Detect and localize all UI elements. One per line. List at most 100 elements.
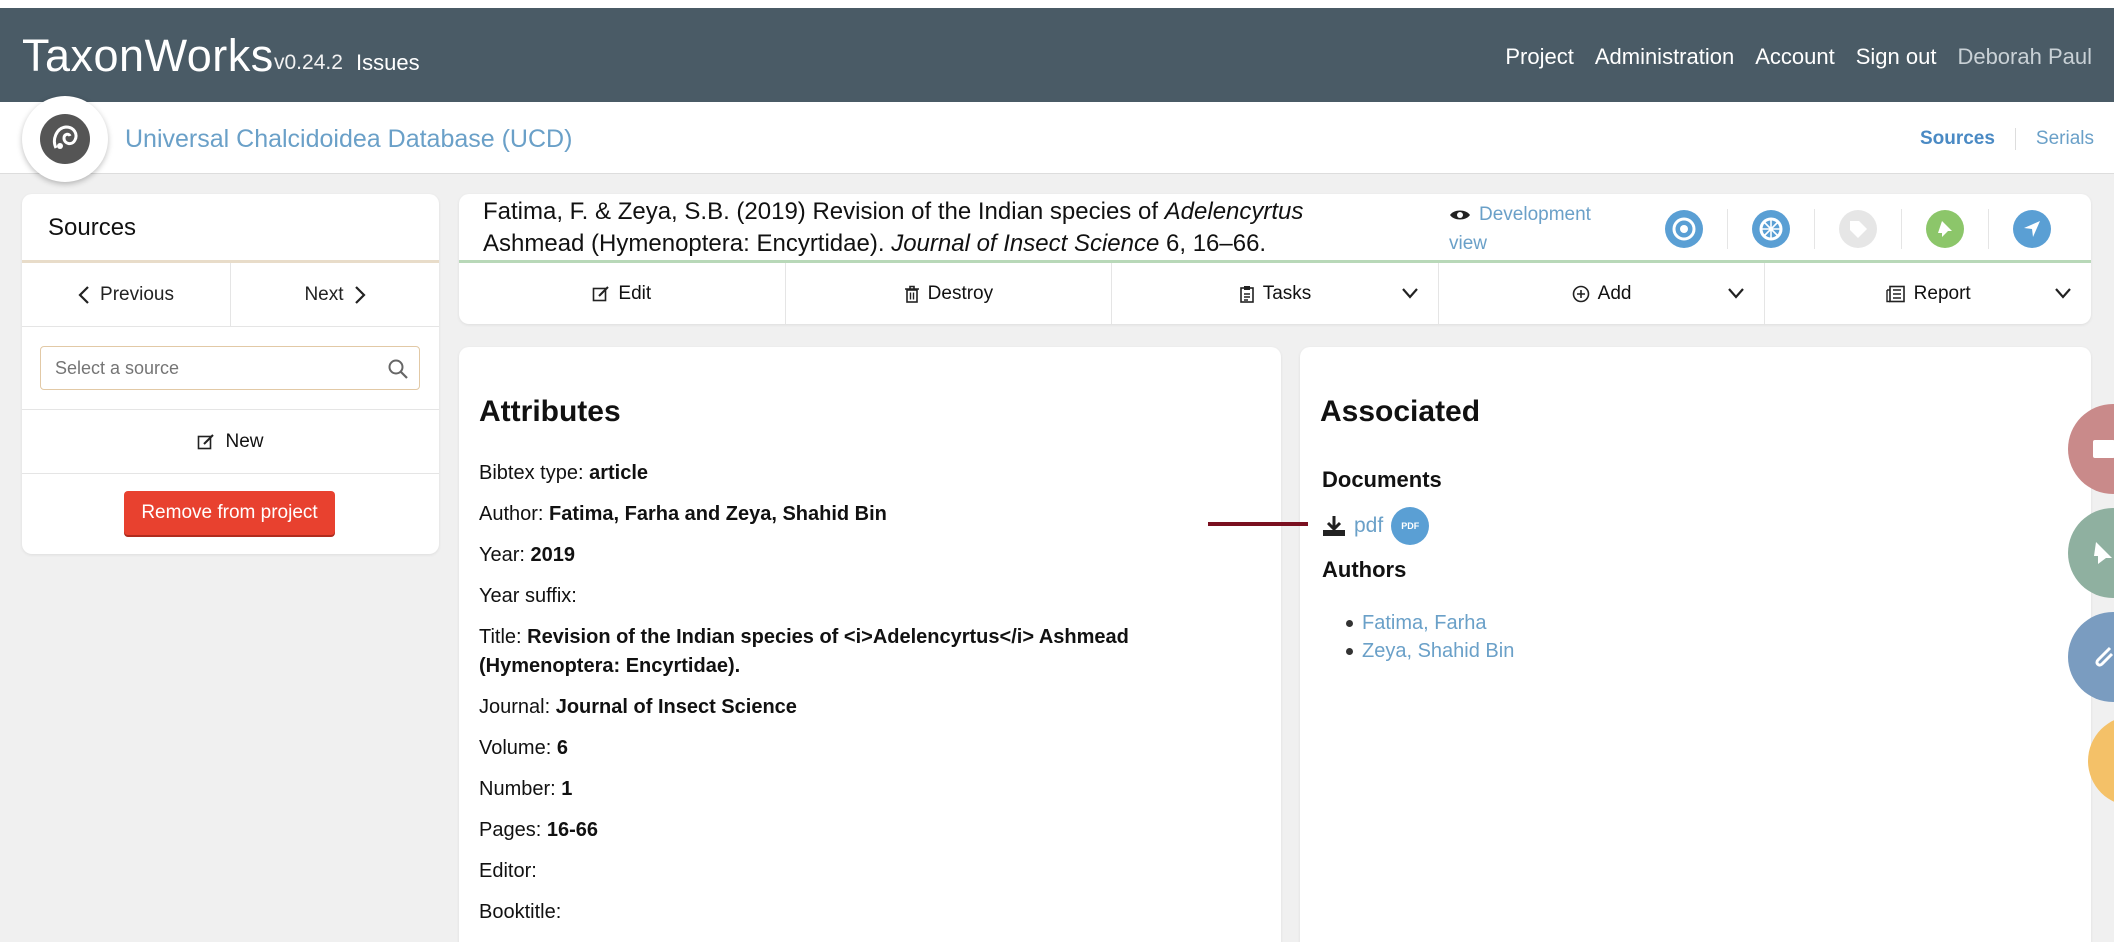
author-link[interactable]: Zeya, Shahid Bin: [1345, 637, 1514, 665]
source-search: [40, 346, 420, 390]
citation-text: Fatima, F. & Zeya, S.B. (2019) Revision …: [483, 198, 1165, 225]
attribute-row: Editor:: [479, 857, 1269, 886]
project-logo-icon: [40, 114, 90, 164]
attributes-panel: Attributes Bibtex type: article Author: …: [459, 347, 1281, 942]
issues-link[interactable]: Issues: [356, 50, 420, 76]
sources-sidebar: Sources Previous Next New Remove from pr…: [22, 194, 439, 554]
radial-annotator-icon[interactable]: [1665, 210, 1703, 248]
attribute-value: Fatima, Farha and Zeya, Shahid Bin: [549, 503, 887, 525]
nav-account[interactable]: Account: [1755, 44, 1835, 70]
attributes-list: Bibtex type: article Author: Fatima, Far…: [479, 459, 1269, 939]
radial-divider: [1901, 209, 1902, 249]
source-search-input[interactable]: [55, 347, 375, 389]
attribute-row: Title: Revision of the Indian species of…: [479, 623, 1269, 681]
attribute-row: Booktitle:: [479, 898, 1269, 927]
attribute-label: Booktitle:: [479, 901, 562, 923]
edit-icon: [593, 285, 610, 301]
attribute-row: Number: 1: [479, 775, 1269, 804]
citation-journal: Journal of Insect Science: [891, 230, 1160, 257]
nav-administration[interactable]: Administration: [1595, 44, 1734, 70]
development-view-link[interactable]: Development view: [1449, 200, 1609, 258]
top-nav-links: Project Administration Account Sign out …: [1505, 44, 2092, 70]
attribute-value: 6: [556, 737, 568, 759]
citation-text: 6, 16–66.: [1159, 230, 1267, 257]
radial-divider: [1988, 209, 1989, 249]
attribute-label: Editor:: [479, 860, 537, 882]
add-label: Add: [1597, 282, 1632, 304]
attribute-row: Year: 2019: [479, 541, 1269, 570]
previous-button[interactable]: Previous: [22, 263, 231, 326]
previous-label: Previous: [100, 283, 174, 305]
authors-heading: Authors: [1322, 557, 1407, 582]
attribute-label: Pages:: [479, 819, 542, 841]
project-logo[interactable]: [22, 96, 108, 182]
tasks-dropdown[interactable]: Tasks: [1112, 263, 1439, 324]
destroy-button[interactable]: Destroy: [786, 263, 1113, 324]
associated-title: Associated: [1320, 395, 1481, 428]
search-icon[interactable]: [387, 358, 409, 380]
new-source-button[interactable]: New: [22, 410, 439, 473]
remove-from-project-button[interactable]: Remove from project: [124, 491, 335, 535]
source-actions: Edit Destroy Tasks Add Report: [459, 263, 2091, 324]
report-dropdown[interactable]: Report: [1765, 263, 2091, 324]
chevron-down-icon: [2055, 288, 2071, 299]
subnav: Sources Serials: [1920, 128, 2094, 150]
project-name[interactable]: Universal Chalcidoidea Database (UCD): [125, 125, 572, 154]
attribute-label: Year:: [479, 544, 525, 566]
attribute-row: Author: Fatima, Farha and Zeya, Shahid B…: [479, 500, 1269, 529]
brand-logo-text[interactable]: TaxonWorks: [22, 30, 274, 82]
side-extra-icon[interactable]: [2088, 716, 2114, 806]
attribute-value: 2019: [530, 544, 576, 566]
chevron-down-icon: [1728, 288, 1745, 299]
attribute-label: Volume:: [479, 737, 552, 759]
edit-icon: [198, 433, 215, 449]
attribute-label: Title:: [479, 626, 522, 648]
destroy-label: Destroy: [927, 282, 994, 304]
edit-button[interactable]: Edit: [459, 263, 786, 324]
add-dropdown[interactable]: Add: [1439, 263, 1766, 324]
current-user: Deborah Paul: [1957, 44, 2092, 69]
pdf-viewer-icon[interactable]: PDF: [1391, 507, 1430, 545]
attribute-row: Bibtex type: article: [479, 459, 1269, 488]
attribute-label: Year suffix:: [479, 585, 577, 607]
radial-object-icon[interactable]: [1752, 210, 1790, 248]
document-item: pdf PDF: [1322, 507, 1430, 545]
plus-circle-icon: [1572, 285, 1589, 302]
version-label: v0.24.2: [274, 51, 343, 74]
next-label: Next: [304, 283, 344, 305]
attribute-value: 16-66: [546, 819, 598, 841]
annotation-pointer: [1208, 522, 1308, 526]
tag-icon[interactable]: [1839, 210, 1877, 248]
attribute-row: Journal: Journal of Insect Science: [479, 693, 1269, 722]
attribute-row: Pages: 16-66: [479, 816, 1269, 845]
edit-label: Edit: [618, 282, 652, 304]
subnav-serials[interactable]: Serials: [2016, 128, 2094, 150]
authors-list: Fatima, Farha Zeya, Shahid Bin: [1345, 609, 1514, 665]
navigate-icon[interactable]: [2013, 210, 2051, 248]
sidebar-divider: [22, 473, 439, 474]
next-button[interactable]: Next: [231, 263, 439, 326]
associated-panel: Associated Documents pdf PDF Authors Fat…: [1300, 347, 2091, 942]
radial-divider: [1727, 209, 1728, 249]
attributes-title: Attributes: [479, 395, 621, 428]
report-icon: [1885, 285, 1905, 302]
download-icon[interactable]: [1322, 515, 1346, 537]
attribute-value: article: [589, 462, 649, 484]
tasks-label: Tasks: [1262, 282, 1312, 304]
author-link[interactable]: Fatima, Farha: [1345, 609, 1514, 637]
chevron-down-icon: [1401, 288, 1418, 299]
radial-divider: [1814, 209, 1815, 249]
attribute-row: Volume: 6: [479, 734, 1269, 763]
attribute-label: Journal:: [479, 696, 551, 718]
pin-icon[interactable]: [1926, 210, 1964, 248]
nav-sign-out[interactable]: Sign out: [1856, 44, 1937, 70]
attribute-label: Author:: [479, 503, 544, 525]
subnav-sources[interactable]: Sources: [1920, 128, 2016, 150]
attribute-value: Revision of the Indian species of <i>Ade…: [479, 626, 1129, 677]
document-pdf-link[interactable]: pdf: [1354, 514, 1383, 538]
citation-text: Ashmead (Hymenoptera: Encyrtidae).: [483, 230, 892, 257]
nav-project[interactable]: Project: [1505, 44, 1573, 70]
radial-buttons: [1665, 206, 2075, 252]
chevron-left-icon: [78, 285, 89, 304]
attribute-row: Year suffix:: [479, 582, 1269, 611]
